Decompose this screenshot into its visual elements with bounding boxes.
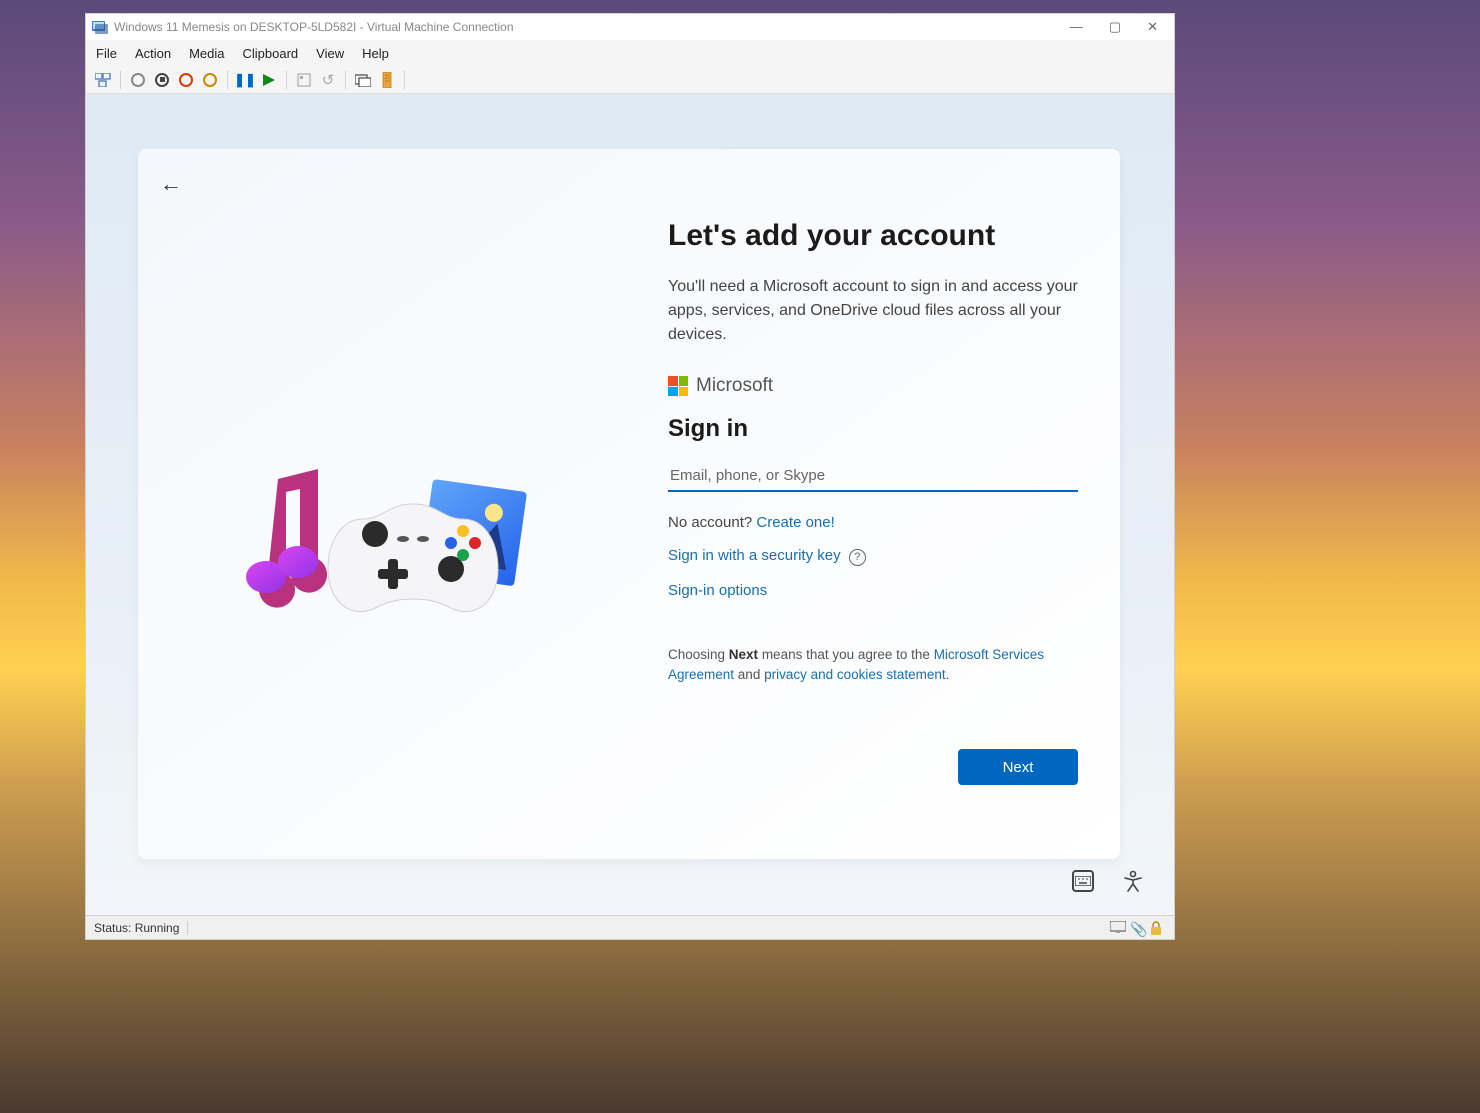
pause-icon[interactable]: ❚❚ [236, 71, 254, 89]
minimize-button[interactable]: — [1066, 19, 1087, 35]
vm-connection-window: Windows 11 Memesis on DESKTOP-5LD582I - … [85, 13, 1175, 940]
app-icon [92, 19, 108, 35]
microsoft-label: Microsoft [696, 375, 773, 397]
create-account-link[interactable]: Create one! [756, 514, 834, 531]
signin-panel: Let's add your account You'll need a Mic… [668, 219, 1078, 685]
titlebar: Windows 11 Memesis on DESKTOP-5LD582I - … [86, 14, 1174, 40]
security-key-link[interactable]: Sign in with a security key [668, 547, 841, 564]
signin-heading: Sign in [668, 415, 1078, 443]
window-title: Windows 11 Memesis on DESKTOP-5LD582I - … [114, 20, 514, 34]
help-icon[interactable]: ? [849, 549, 866, 566]
keyboard-icon[interactable] [1072, 870, 1094, 892]
hero-illustration [238, 449, 578, 649]
page-heading: Let's add your account [668, 219, 1078, 253]
page-subtext: You'll need a Microsoft account to sign … [668, 275, 1078, 347]
menu-media[interactable]: Media [189, 46, 224, 61]
status-lock-icon [1150, 921, 1166, 935]
status-display-icon [1110, 921, 1126, 935]
next-button[interactable]: Next [958, 749, 1078, 785]
guest-viewport[interactable]: ← [86, 94, 1174, 915]
maximize-button[interactable]: ▢ [1105, 19, 1125, 35]
share-icon[interactable] [378, 71, 396, 89]
signin-options-link[interactable]: Sign-in options [668, 582, 767, 599]
toolbar: ❚❚ ↺ [86, 66, 1174, 94]
signin-links: No account? Create one! Sign in with a s… [668, 514, 1078, 599]
menu-action[interactable]: Action [135, 46, 171, 61]
oobe-card: ← [138, 149, 1120, 859]
checkpoint-icon[interactable] [129, 71, 147, 89]
menu-help[interactable]: Help [362, 46, 389, 61]
status-text: Status: Running [94, 921, 188, 935]
menu-clipboard[interactable]: Clipboard [243, 46, 299, 61]
back-arrow-icon[interactable]: ← [160, 171, 182, 197]
privacy-statement-link[interactable]: privacy and cookies statement [764, 667, 946, 682]
microsoft-logo-icon [668, 376, 688, 396]
oobe-tray [1072, 870, 1144, 898]
no-account-text: No account? [668, 514, 756, 531]
menu-view[interactable]: View [316, 46, 344, 61]
status-clip-icon: 📎 [1130, 921, 1146, 935]
accessibility-icon[interactable] [1122, 870, 1144, 898]
menubar: File Action Media Clipboard View Help [86, 40, 1174, 66]
microsoft-logo-row: Microsoft [668, 375, 1078, 397]
shutdown-icon[interactable] [177, 71, 195, 89]
reset-icon[interactable] [201, 71, 219, 89]
close-button[interactable]: ✕ [1143, 19, 1162, 35]
email-input[interactable] [668, 461, 1078, 492]
agreement-text: Choosing Next means that you agree to th… [668, 645, 1078, 686]
revert-icon[interactable] [153, 71, 171, 89]
start-icon[interactable] [260, 71, 278, 89]
enhanced-session-icon[interactable] [354, 71, 372, 89]
ctrl-alt-del-icon[interactable] [94, 71, 112, 89]
snapshot-icon[interactable] [295, 71, 313, 89]
statusbar: Status: Running 📎 [86, 915, 1174, 939]
revert-arrow-icon[interactable]: ↺ [319, 71, 337, 89]
menu-file[interactable]: File [96, 46, 117, 61]
